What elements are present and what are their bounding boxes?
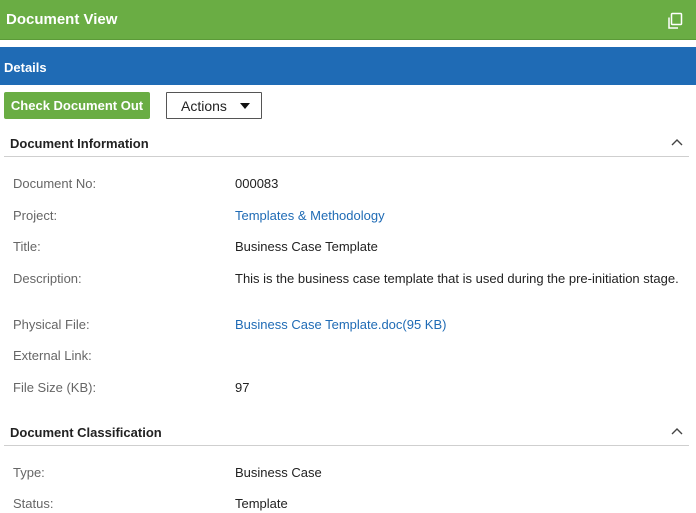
document-no-value: 000083 bbox=[235, 176, 279, 191]
status-value: Template bbox=[235, 496, 288, 511]
section-title: Document Information bbox=[10, 136, 149, 151]
description-label: Description: bbox=[13, 271, 82, 286]
type-label: Type: bbox=[13, 465, 45, 480]
physical-file-label: Physical File: bbox=[13, 317, 90, 332]
details-bar: Details bbox=[0, 47, 696, 85]
caret-down-icon bbox=[240, 103, 250, 109]
status-label: Status: bbox=[13, 496, 54, 511]
copy-icon[interactable] bbox=[666, 12, 684, 30]
project-label: Project: bbox=[13, 208, 58, 223]
document-no-label: Document No: bbox=[13, 176, 97, 191]
project-link[interactable]: Templates & Methodology bbox=[235, 208, 385, 223]
section-document-classification-header[interactable]: Document Classification bbox=[4, 418, 689, 446]
chevron-up-icon[interactable] bbox=[671, 138, 683, 146]
title-value: Business Case Template bbox=[235, 239, 378, 254]
external-link-label: External Link: bbox=[13, 348, 92, 363]
page-title: Document View bbox=[6, 11, 118, 28]
description-value: This is the business case template that … bbox=[235, 271, 679, 286]
section-title: Document Classification bbox=[10, 425, 162, 440]
file-size-value: 97 bbox=[235, 380, 250, 395]
physical-file-link[interactable]: Business Case Template.doc(95 KB) bbox=[235, 317, 446, 332]
actions-label: Actions bbox=[181, 98, 227, 114]
chevron-up-icon[interactable] bbox=[671, 427, 683, 435]
file-size-label: File Size (KB): bbox=[13, 380, 97, 395]
section-document-information-header[interactable]: Document Information bbox=[4, 129, 689, 157]
details-label: Details bbox=[4, 60, 47, 75]
title-label: Title: bbox=[13, 239, 41, 254]
type-value: Business Case bbox=[235, 465, 322, 480]
actions-dropdown-button[interactable]: Actions bbox=[166, 92, 262, 119]
top-bar: Document View bbox=[0, 0, 696, 40]
check-document-out-button[interactable]: Check Document Out bbox=[4, 92, 150, 119]
